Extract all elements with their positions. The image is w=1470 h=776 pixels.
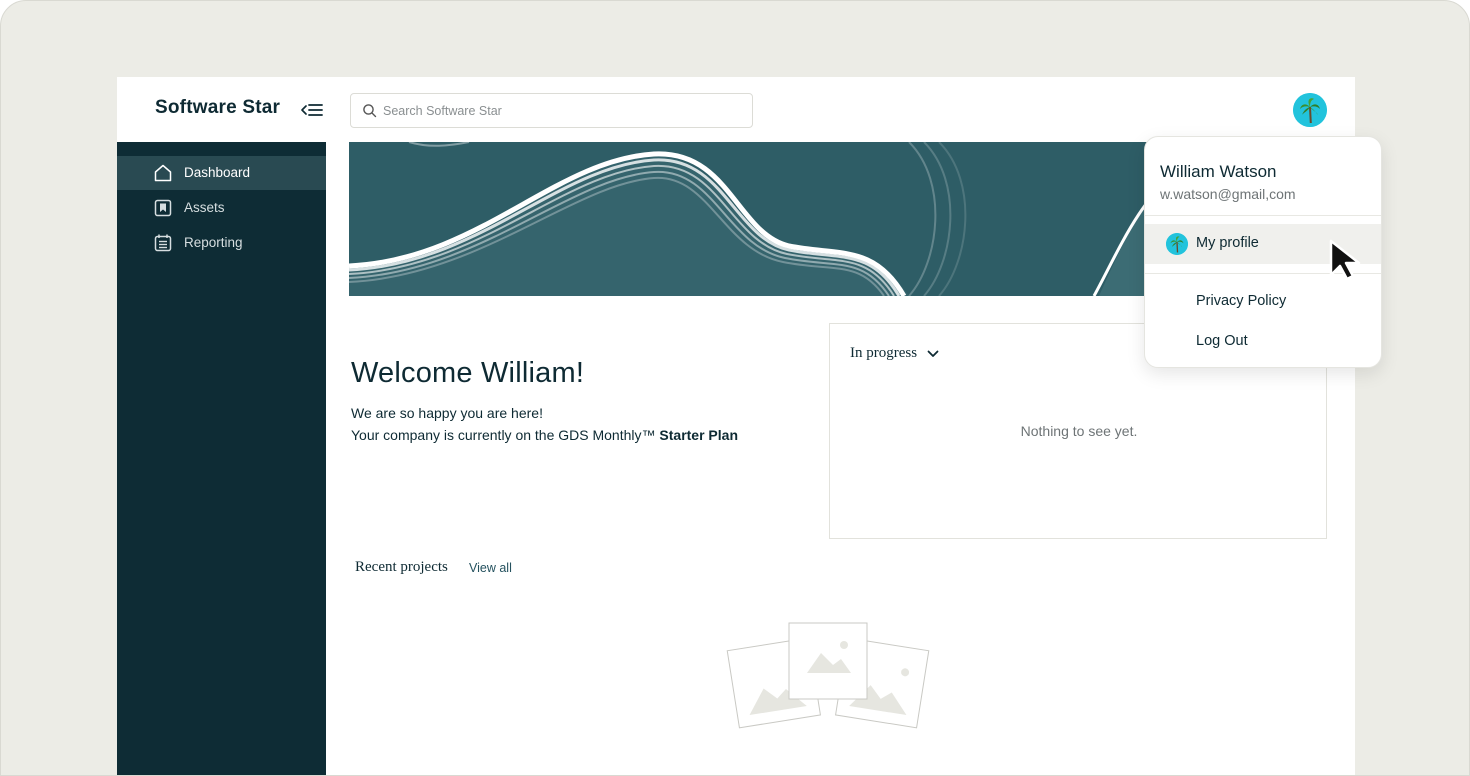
user-avatar-button[interactable] bbox=[1293, 93, 1327, 127]
reporting-icon bbox=[154, 234, 172, 252]
sidebar-item-label: Reporting bbox=[184, 235, 243, 250]
palm-tree-icon bbox=[1166, 233, 1188, 255]
view-all-link[interactable]: View all bbox=[469, 561, 512, 575]
empty-state-message: Nothing to see yet. bbox=[1020, 423, 1138, 439]
menu-item-label: Privacy Policy bbox=[1196, 293, 1287, 309]
mouse-pointer-icon bbox=[1329, 239, 1361, 281]
welcome-subtitle: We are so happy you are here! bbox=[351, 405, 543, 421]
home-icon bbox=[154, 164, 172, 182]
recent-projects-heading: Recent projects bbox=[355, 559, 448, 575]
menu-item-label: Log Out bbox=[1196, 333, 1248, 349]
collapse-menu-icon bbox=[301, 104, 323, 116]
sidebar-item-label: Assets bbox=[184, 200, 225, 215]
brand-logo[interactable]: Software Star bbox=[155, 97, 280, 119]
user-name: William Watson bbox=[1160, 162, 1277, 181]
search-box bbox=[350, 93, 753, 128]
chevron-down-icon bbox=[927, 350, 939, 357]
sidebar-item-assets[interactable]: Assets bbox=[117, 191, 326, 225]
window-frame: Software Star Search Software Star Dashb… bbox=[0, 0, 1470, 776]
sidebar-item-reporting[interactable]: Reporting bbox=[117, 226, 326, 260]
menu-item-log-out[interactable]: Log Out bbox=[1145, 322, 1381, 362]
top-bar: Software Star bbox=[117, 77, 1355, 142]
in-progress-dropdown[interactable]: In progress bbox=[850, 345, 939, 362]
menu-item-label: My profile bbox=[1196, 235, 1259, 251]
search-input[interactable] bbox=[383, 94, 743, 127]
hero-banner bbox=[349, 142, 1179, 296]
plan-name: Starter Plan bbox=[659, 427, 738, 443]
sidebar-item-dashboard[interactable]: Dashboard bbox=[117, 156, 326, 190]
wave-pattern-image bbox=[349, 142, 1179, 296]
empty-projects-illustration bbox=[726, 622, 930, 729]
menu-item-privacy-policy[interactable]: Privacy Policy bbox=[1145, 282, 1381, 322]
in-progress-label: In progress bbox=[850, 345, 918, 361]
collapse-sidebar-button[interactable] bbox=[300, 101, 324, 119]
user-email: w.watson@gmail,com bbox=[1160, 186, 1296, 202]
plan-info: Your company is currently on the GDS Mon… bbox=[351, 427, 738, 443]
sidebar: Dashboard Assets Reporting bbox=[117, 142, 326, 775]
sidebar-item-label: Dashboard bbox=[184, 165, 251, 180]
menu-divider bbox=[1145, 215, 1381, 216]
profile-avatar bbox=[1166, 233, 1188, 255]
search-icon bbox=[363, 104, 377, 118]
plan-prefix: Your company is currently on the GDS Mon… bbox=[351, 427, 660, 443]
welcome-heading: Welcome William! bbox=[351, 357, 585, 389]
assets-icon bbox=[154, 199, 172, 217]
palm-tree-icon bbox=[1293, 93, 1327, 127]
